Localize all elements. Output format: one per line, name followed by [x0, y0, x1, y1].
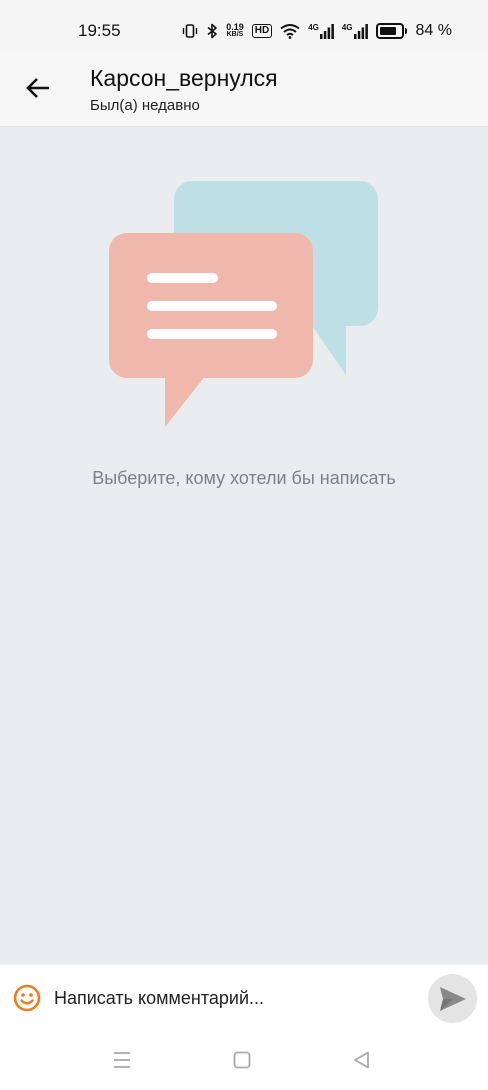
front-bubble-icon	[109, 233, 313, 427]
hd-badge: HD	[251, 24, 273, 38]
menu-nav-button[interactable]	[110, 1049, 134, 1071]
emoji-button[interactable]	[12, 983, 42, 1013]
comment-composer	[0, 965, 488, 1031]
arrow-left-icon	[26, 78, 49, 98]
chat-title[interactable]: Карсон_вернулся	[90, 65, 278, 92]
square-icon	[233, 1051, 251, 1069]
battery-level	[379, 27, 397, 35]
empty-state-message: Выберите, кому хотели бы написать	[92, 468, 396, 488]
back-nav-button[interactable]	[350, 1049, 374, 1071]
chat-bubbles-illustration	[109, 181, 378, 427]
network-speed-unit: KB/S	[226, 31, 244, 38]
network-speed: 0.19 KB/S	[226, 23, 244, 39]
menu-icon	[114, 1052, 130, 1068]
wifi-icon	[280, 24, 300, 39]
comment-input[interactable]	[54, 983, 414, 1013]
system-nav-bar	[0, 1031, 488, 1090]
send-button[interactable]	[428, 974, 477, 1023]
smiley-icon	[13, 984, 41, 1012]
status-icons: 0.19 KB/S HD 4G 4G 84 %	[182, 21, 452, 41]
signal-1: 4G	[308, 23, 334, 39]
chat-header: Карсон_вернулся Был(а) недавно	[0, 50, 488, 127]
battery-percent: 84 %	[415, 22, 452, 39]
signal-2-label: 4G	[341, 23, 353, 32]
signal-1-label: 4G	[308, 23, 319, 32]
home-nav-button[interactable]	[230, 1049, 254, 1071]
last-seen-status: Был(а) недавно	[90, 97, 200, 114]
back-button[interactable]	[20, 70, 56, 106]
bluetooth-icon	[207, 23, 218, 39]
status-bar: 19:55 0.19 KB/S HD 4G 4G 84 %	[0, 0, 488, 50]
battery-icon	[375, 23, 407, 39]
status-time: 19:55	[78, 21, 121, 40]
network-speed-value: 0.19	[226, 22, 244, 32]
vibrate-icon	[183, 24, 198, 38]
send-icon	[439, 986, 466, 1011]
signal-bars-icon	[319, 24, 334, 39]
signal-bars-icon	[353, 24, 368, 39]
triangle-back-icon	[354, 1051, 369, 1069]
signal-2: 4G	[342, 23, 368, 39]
